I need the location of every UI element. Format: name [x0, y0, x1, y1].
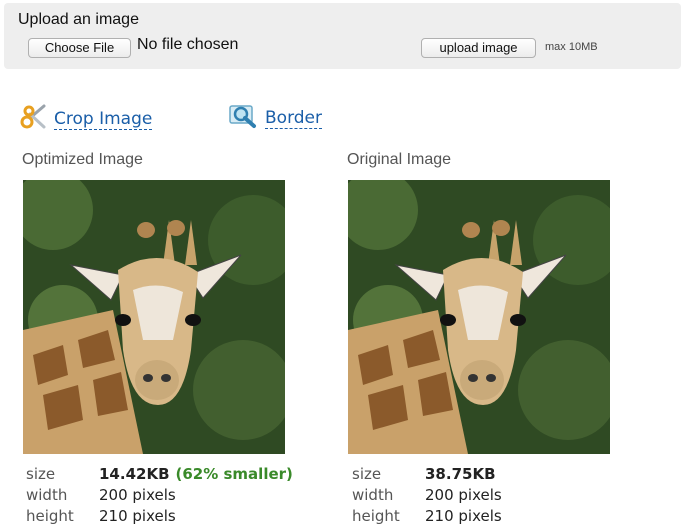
optimized-size-value: 14.42KB: [99, 465, 170, 483]
crop-image-link[interactable]: Crop Image: [20, 103, 153, 136]
optimized-height-value: 210 pixels: [99, 507, 176, 525]
size-label: size: [26, 465, 56, 483]
upload-panel: Upload an image Choose File No file chos…: [4, 3, 681, 69]
optimized-stats: size 14.42KB (62% smaller) width 200 pix…: [26, 464, 293, 527]
upload-title: Upload an image: [18, 11, 139, 28]
original-width-row: width 200 pixels: [352, 485, 502, 506]
optimized-width-row: width 200 pixels: [26, 485, 293, 506]
original-image-title: Original Image: [347, 151, 452, 168]
original-giraffe-image: [348, 180, 610, 454]
savings-percent: (62% smaller): [175, 465, 293, 483]
scissors-icon: [20, 103, 48, 136]
optimized-giraffe-image: [23, 180, 285, 454]
optimized-size-row: size 14.42KB (62% smaller): [26, 464, 293, 485]
upload-image-button[interactable]: upload image: [421, 38, 536, 58]
border-link[interactable]: Border: [229, 103, 322, 134]
original-size-value: 38.75KB: [425, 465, 496, 483]
original-stats: size 38.75KB width 200 pixels height 210…: [352, 464, 502, 527]
original-height-value: 210 pixels: [425, 507, 502, 525]
width-label: width: [352, 486, 394, 504]
no-file-chosen-text: No file chosen: [137, 36, 239, 53]
width-label: width: [26, 486, 68, 504]
size-label: size: [352, 465, 382, 483]
optimized-width-value: 200 pixels: [99, 486, 176, 504]
choose-file-button[interactable]: Choose File: [28, 38, 131, 58]
original-width-value: 200 pixels: [425, 486, 502, 504]
original-size-row: size 38.75KB: [352, 464, 502, 485]
original-height-row: height 210 pixels: [352, 506, 502, 527]
magnifier-icon: [229, 103, 259, 134]
height-label: height: [352, 507, 400, 525]
height-label: height: [26, 507, 74, 525]
optimized-height-row: height 210 pixels: [26, 506, 293, 527]
optimized-image-title: Optimized Image: [22, 151, 143, 168]
crop-image-label: Crop Image: [54, 109, 153, 130]
max-size-label: max 10MB: [545, 41, 598, 53]
border-label: Border: [265, 108, 322, 129]
